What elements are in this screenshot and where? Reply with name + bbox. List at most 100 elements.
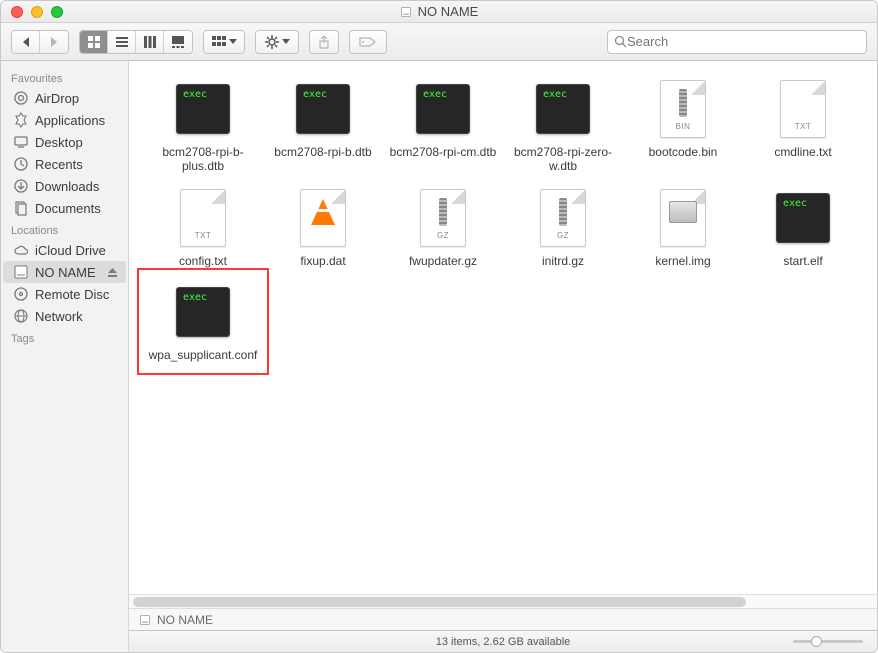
gallery-view-icon xyxy=(171,35,185,49)
downloads-icon xyxy=(13,178,29,194)
file-item[interactable]: GZ fwupdater.gz xyxy=(383,180,503,274)
file-label: bootcode.bin xyxy=(649,145,718,159)
file-item[interactable]: wpa_supplicant.conf xyxy=(143,274,263,368)
file-thumbnail: BIN xyxy=(651,77,715,141)
gear-icon xyxy=(265,35,279,49)
finder-window: NO NAME xyxy=(0,0,878,653)
eject-icon[interactable] xyxy=(107,267,118,278)
sidebar-item-airdrop[interactable]: AirDrop xyxy=(3,87,126,109)
file-label: bcm2708-rpi-b-plus.dtb xyxy=(148,145,258,174)
view-mode-buttons xyxy=(79,30,193,54)
path-bar[interactable]: NO NAME xyxy=(129,608,877,630)
search-field[interactable] xyxy=(607,30,867,54)
tags-button-inner[interactable] xyxy=(350,31,386,53)
toolbar xyxy=(1,23,877,61)
sidebar-item-label: Applications xyxy=(35,113,105,128)
documents-icon xyxy=(13,200,29,216)
file-item[interactable]: fixup.dat xyxy=(263,180,383,274)
file-label: cmdline.txt xyxy=(774,145,831,159)
group-button-inner[interactable] xyxy=(204,31,244,53)
sidebar-item-downloads[interactable]: Downloads xyxy=(3,175,126,197)
icon-view-button[interactable] xyxy=(80,31,108,53)
desktop-icon xyxy=(13,134,29,150)
back-button[interactable] xyxy=(12,31,40,53)
sidebar-item-label: Documents xyxy=(35,201,101,216)
file-item[interactable]: bcm2708-rpi-cm.dtb xyxy=(383,71,503,180)
icon-view-icon xyxy=(87,35,101,49)
forward-button[interactable] xyxy=(40,31,68,53)
exec-icon xyxy=(416,84,470,134)
file-item[interactable]: GZinitrd.gz xyxy=(503,180,623,274)
file-label: bcm2708-rpi-b.dtb xyxy=(274,145,371,159)
sidebar-header: Favourites xyxy=(1,67,128,87)
column-view-button[interactable] xyxy=(136,31,164,53)
file-label: kernel.img xyxy=(655,254,710,268)
sidebar-item-remote-disc[interactable]: Remote Disc xyxy=(3,283,126,305)
file-label: fixup.dat xyxy=(300,254,345,268)
titlebar: NO NAME xyxy=(1,1,877,23)
main-area: bcm2708-rpi-b-plus.dtb bcm2708-rpi-b.dtb b… xyxy=(129,61,877,652)
sidebar-item-icloud-drive[interactable]: iCloud Drive xyxy=(3,239,126,261)
search-input[interactable] xyxy=(627,34,860,49)
exec-icon xyxy=(176,287,230,337)
share-button[interactable] xyxy=(309,30,339,54)
file-item[interactable]: bcm2708-rpi-b.dtb xyxy=(263,71,383,180)
file-label: initrd.gz xyxy=(542,254,584,268)
file-grid[interactable]: bcm2708-rpi-b-plus.dtb bcm2708-rpi-b.dtb b… xyxy=(129,61,877,594)
file-item[interactable]: TXT cmdline.txt xyxy=(743,71,863,180)
path-location: NO NAME xyxy=(157,613,213,627)
sidebar-item-network[interactable]: Network xyxy=(3,305,126,327)
action-button[interactable] xyxy=(255,30,299,54)
list-view-icon xyxy=(115,35,129,49)
sidebar-item-documents[interactable]: Documents xyxy=(3,197,126,219)
file-item[interactable]: start.elf xyxy=(743,180,863,274)
sidebar-header: Tags xyxy=(1,327,128,347)
file-item[interactable]: BIN bootcode.bin xyxy=(623,71,743,180)
sidebar-item-desktop[interactable]: Desktop xyxy=(3,131,126,153)
horizontal-scrollbar[interactable] xyxy=(129,594,877,608)
group-button[interactable] xyxy=(203,30,245,54)
sidebar-item-no-name[interactable]: NO NAME xyxy=(3,261,126,283)
apps-icon xyxy=(13,112,29,128)
sidebar-item-label: Desktop xyxy=(35,135,83,150)
file-label: wpa_supplicant.conf xyxy=(149,348,258,362)
sidebar-item-recents[interactable]: Recents xyxy=(3,153,126,175)
chevron-down-icon xyxy=(282,39,290,44)
file-thumbnail xyxy=(291,77,355,141)
tags-button[interactable] xyxy=(349,30,387,54)
file-thumbnail xyxy=(171,77,235,141)
sidebar-item-applications[interactable]: Applications xyxy=(3,109,126,131)
exec-icon xyxy=(536,84,590,134)
file-item[interactable]: bcm2708-rpi-zero-w.dtb xyxy=(503,71,623,180)
gallery-view-button[interactable] xyxy=(164,31,192,53)
share-button-inner[interactable] xyxy=(310,31,338,53)
exec-icon xyxy=(296,84,350,134)
file-thumbnail xyxy=(171,280,235,344)
sidebar-item-label: Recents xyxy=(35,157,83,172)
action-button-inner[interactable] xyxy=(256,31,298,53)
file-item[interactable]: TXTconfig.txt xyxy=(143,180,263,274)
cloud-icon xyxy=(13,242,29,258)
drive-icon xyxy=(400,6,412,18)
status-bar: 13 items, 2.62 GB available xyxy=(129,630,877,652)
sidebar-header: Locations xyxy=(1,219,128,239)
chevron-right-icon xyxy=(51,37,57,47)
zoom-slider[interactable] xyxy=(793,640,863,643)
window-title: NO NAME xyxy=(1,4,877,19)
document-icon: TXT xyxy=(780,80,826,138)
sidebar-item-label: NO NAME xyxy=(35,265,96,280)
zoom-track[interactable] xyxy=(793,640,863,643)
file-thumbnail xyxy=(411,77,475,141)
file-item[interactable]: bcm2708-rpi-b-plus.dtb xyxy=(143,71,263,180)
file-label: start.elf xyxy=(783,254,822,268)
zoom-knob[interactable] xyxy=(811,636,822,647)
document-icon: GZ xyxy=(420,189,466,247)
sidebar-item-label: iCloud Drive xyxy=(35,243,106,258)
file-item[interactable]: kernel.img xyxy=(623,180,743,274)
globe-icon xyxy=(13,308,29,324)
column-view-icon xyxy=(143,35,157,49)
share-icon xyxy=(317,35,331,49)
file-label: fwupdater.gz xyxy=(409,254,477,268)
list-view-button[interactable] xyxy=(108,31,136,53)
scrollbar-thumb[interactable] xyxy=(133,597,746,607)
